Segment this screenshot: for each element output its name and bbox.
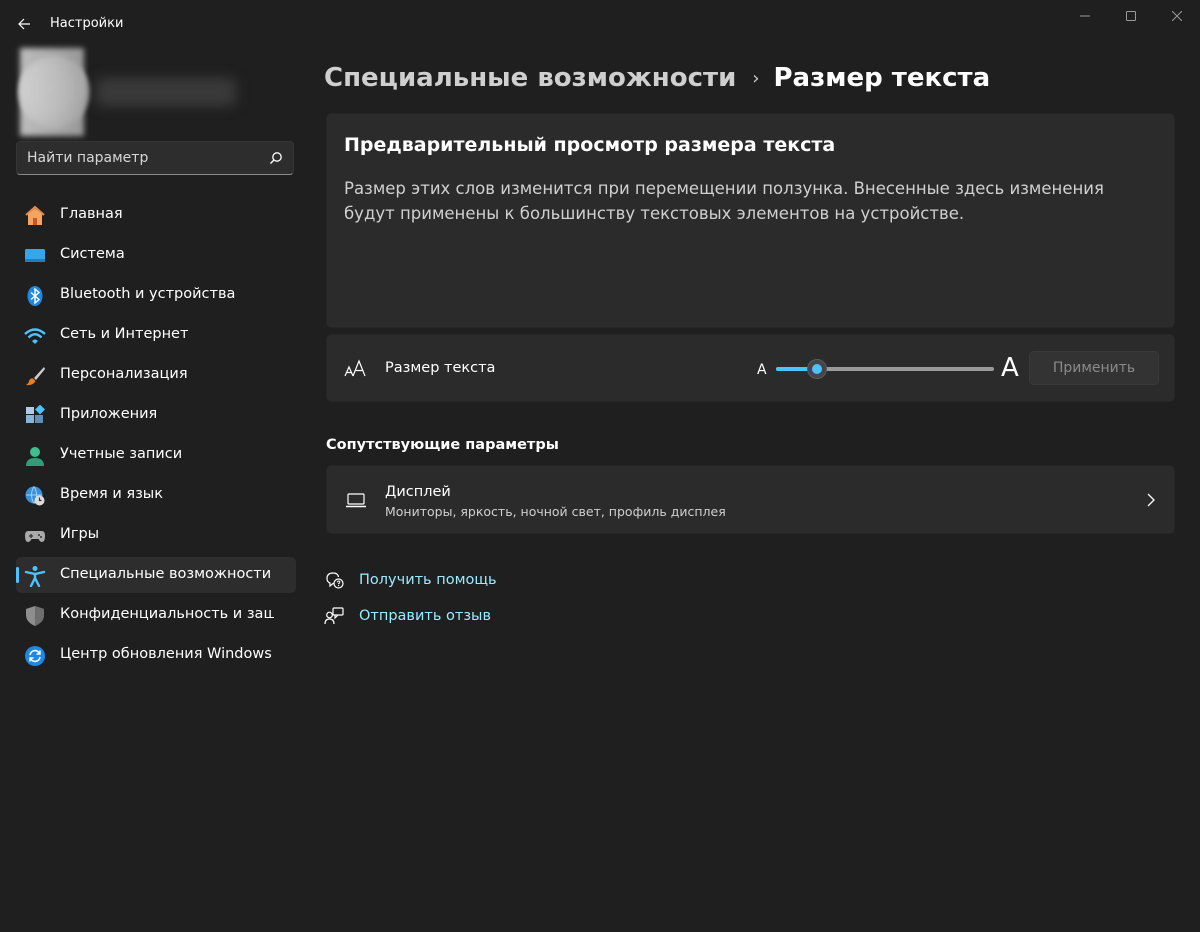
- laptop-icon: [346, 493, 366, 508]
- app-title: Настройки: [50, 16, 124, 31]
- sidebar-item-label: Персонализация: [60, 366, 188, 382]
- close-icon: [1172, 11, 1182, 21]
- sidebar-item-apps[interactable]: Приложения: [16, 397, 296, 433]
- search-box[interactable]: [16, 141, 294, 175]
- display-subtitle: Мониторы, яркость, ночной свет, профиль …: [385, 504, 726, 519]
- close-button[interactable]: [1154, 0, 1200, 32]
- system-icon: [24, 245, 46, 267]
- feedback-icon: [324, 607, 344, 625]
- get-help-link[interactable]: Получить помощь: [324, 568, 497, 592]
- preview-text: Размер этих слов изменится при перемещен…: [344, 179, 1104, 223]
- minimize-button[interactable]: [1062, 0, 1108, 32]
- display-title: Дисплей: [385, 484, 451, 500]
- sidebar-nav: Главная Система Bluetooth и устройства С…: [16, 197, 296, 677]
- bluetooth-icon: [24, 285, 46, 307]
- search-icon[interactable]: [269, 151, 283, 165]
- maximize-button[interactable]: [1108, 0, 1154, 32]
- sidebar-item-label: Конфиденциальность и защита: [60, 606, 274, 622]
- sidebar-item-system[interactable]: Система: [16, 237, 296, 273]
- user-name-blurred: [96, 78, 236, 106]
- text-size-card: Размер текста A A Применить: [326, 334, 1175, 402]
- sidebar-item-gaming[interactable]: Игры: [16, 517, 296, 553]
- breadcrumb-separator: ›: [752, 67, 760, 89]
- sidebar-item-label: Учетные записи: [60, 446, 183, 462]
- page-title: Размер текста: [773, 63, 991, 93]
- gamepad-icon: [24, 525, 46, 547]
- sidebar-item-label: Главная: [60, 206, 123, 222]
- apps-icon: [24, 405, 46, 427]
- send-feedback-label[interactable]: Отправить отзыв: [359, 608, 491, 624]
- wifi-icon: [24, 325, 46, 347]
- get-help-label[interactable]: Получить помощь: [359, 572, 497, 588]
- account-icon: [24, 445, 46, 467]
- sidebar-item-accessibility[interactable]: Специальные возможности: [16, 557, 296, 593]
- maximize-icon: [1126, 11, 1136, 21]
- shield-icon: [24, 605, 46, 627]
- apply-button[interactable]: Применить: [1029, 351, 1159, 385]
- sidebar-item-label: Bluetooth и устройства: [60, 286, 236, 302]
- related-settings-title: Сопутствующие параметры: [326, 437, 559, 453]
- user-profile[interactable]: [16, 48, 296, 136]
- sidebar-item-time-language[interactable]: Время и язык: [16, 477, 296, 513]
- text-size-label: Размер текста: [385, 360, 496, 376]
- sidebar-item-label: Время и язык: [60, 486, 164, 502]
- globe-clock-icon: [24, 485, 46, 507]
- help-icon: [326, 572, 344, 589]
- sidebar-item-accounts[interactable]: Учетные записи: [16, 437, 296, 473]
- breadcrumb: Специальные возможности › Размер текста: [324, 58, 990, 98]
- home-icon: [24, 205, 46, 227]
- title-bar: Настройки: [0, 0, 1200, 48]
- brush-icon: [24, 365, 46, 387]
- sidebar-item-personalization[interactable]: Персонализация: [16, 357, 296, 393]
- accessibility-icon: [24, 565, 46, 587]
- sidebar-item-label: Система: [60, 246, 125, 262]
- slider-thumb[interactable]: [807, 359, 827, 379]
- sidebar-item-windows-update[interactable]: Центр обновления Windows: [16, 637, 296, 673]
- slider-min-label: A: [757, 362, 767, 378]
- send-feedback-link[interactable]: Отправить отзыв: [324, 604, 491, 628]
- sidebar-item-network[interactable]: Сеть и Интернет: [16, 317, 296, 353]
- avatar-blur: [20, 48, 84, 136]
- breadcrumb-parent[interactable]: Специальные возможности: [324, 63, 736, 93]
- sidebar-item-bluetooth[interactable]: Bluetooth и устройства: [16, 277, 296, 313]
- search-input[interactable]: [17, 142, 257, 174]
- minimize-icon: [1080, 15, 1090, 17]
- chevron-right-icon: [1147, 493, 1155, 507]
- back-button[interactable]: [8, 8, 40, 40]
- update-icon: [24, 645, 46, 667]
- back-arrow-icon: [18, 18, 30, 30]
- text-size-slider[interactable]: [776, 357, 994, 381]
- slider-max-label: A: [1001, 353, 1019, 383]
- sidebar-item-label: Центр обновления Windows: [60, 646, 272, 662]
- sidebar-item-privacy[interactable]: Конфиденциальность и защита: [16, 597, 296, 633]
- sidebar-item-label: Сеть и Интернет: [60, 326, 189, 342]
- text-size-icon: [344, 359, 366, 377]
- display-settings-card[interactable]: Дисплей Мониторы, яркость, ночной свет, …: [326, 465, 1175, 534]
- sidebar-item-home[interactable]: Главная: [16, 197, 296, 233]
- sidebar-item-label: Игры: [60, 526, 100, 542]
- text-preview-card: Предварительный просмотр размера текста …: [326, 113, 1175, 328]
- sidebar-item-label: Приложения: [60, 406, 158, 422]
- preview-title: Предварительный просмотр размера текста: [344, 134, 836, 156]
- sidebar-item-label: Специальные возможности: [60, 566, 272, 582]
